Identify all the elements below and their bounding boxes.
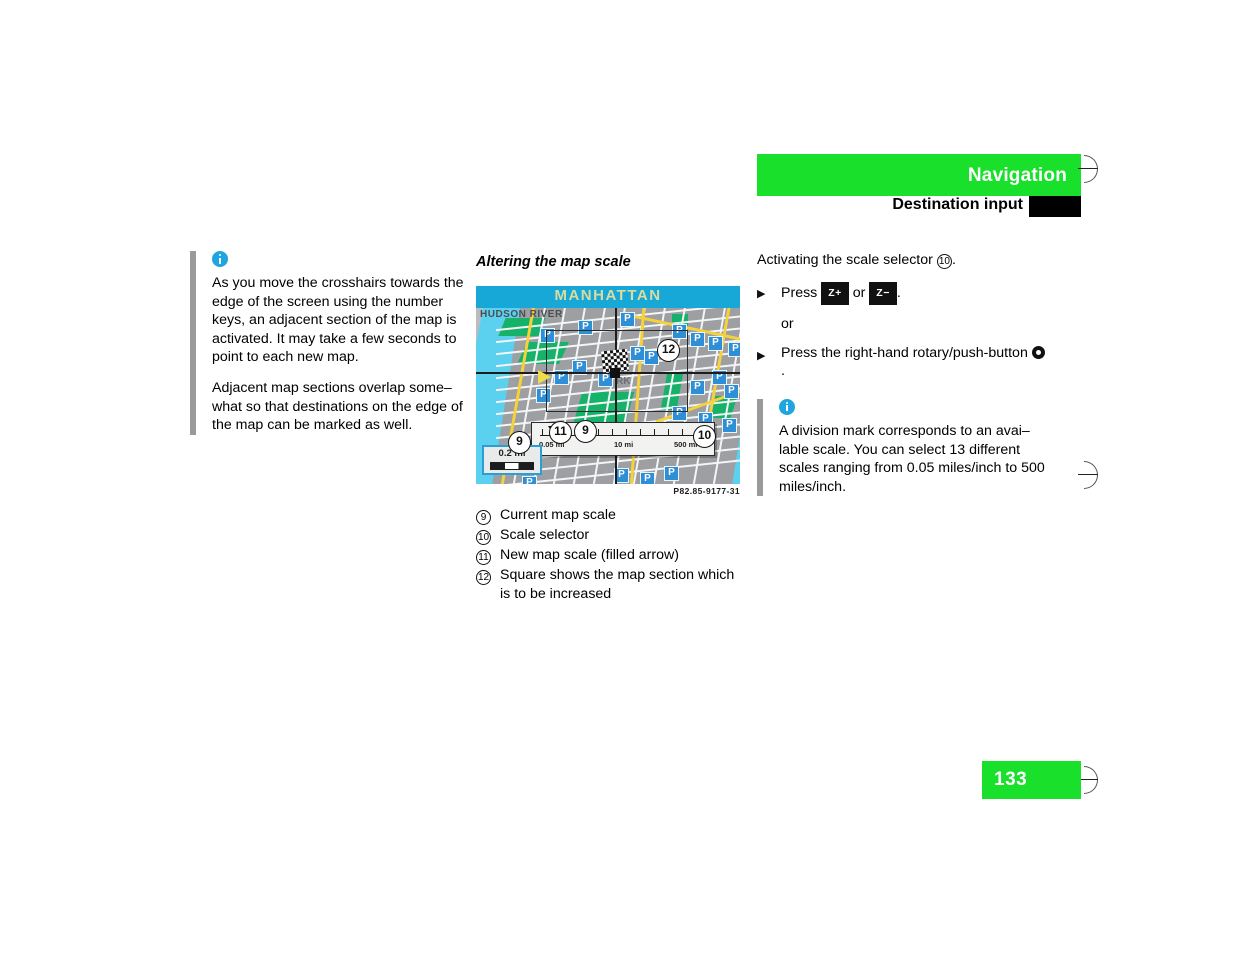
figure-legend-list: 9 Current map scale 10 Scale selector 11… (476, 506, 748, 604)
note-accent-rule (190, 251, 196, 435)
scale-tick (626, 429, 628, 435)
section-heading: Altering the map scale (476, 254, 631, 270)
river-label: HUDSON RIVER (480, 309, 563, 320)
callout-9-current-scale: 9 (508, 431, 531, 454)
activation-intro: Activating the scale selector 10. (757, 251, 1047, 270)
parking-icon: P (728, 342, 740, 357)
page-number-tab: 133 (982, 761, 1081, 799)
legend-item: 11 New map scale (filled arrow) (476, 546, 748, 566)
zoom-out-key[interactable]: Z− (869, 281, 897, 306)
rotary-pushbutton-text: Press the right-hand rotary/push-button (781, 344, 1028, 361)
vehicle-position-arrow (538, 370, 551, 384)
scale-tick (654, 429, 656, 435)
callout-12-section-square: 12 (657, 339, 680, 362)
right-column: Activating the scale selector 10. ▶ Pres… (757, 251, 1047, 508)
parking-icon: P (522, 476, 537, 484)
legend-number-wrap: 9 (476, 506, 496, 526)
legend-text: Square shows the map section which is to… (500, 567, 735, 602)
current-map-scale-bar (490, 462, 534, 470)
left-note-paragraph-1: As you move the crosshairs towards the e… (212, 275, 464, 366)
press-label: Press (781, 284, 818, 301)
step-press-zoom-keys: ▶ Press Z+ or Z−. (757, 281, 1047, 306)
parking-icon: P (664, 466, 679, 481)
alternative-separator: or (757, 315, 1047, 334)
legend-number: 10 (476, 530, 492, 545)
note-accent-rule (757, 398, 763, 497)
scale-tick (682, 429, 684, 435)
legend-text: Scale selector (500, 527, 590, 543)
step2-period: . (781, 363, 785, 380)
left-note-paragraph-2: Adjacent map sections overlap some–what … (212, 379, 463, 434)
parking-icon: P (620, 312, 635, 327)
chapter-marker-block (1029, 196, 1081, 217)
info-note-left: As you move the crosshairs towards the e… (190, 251, 470, 435)
zoom-in-key[interactable]: Z+ (821, 281, 849, 306)
scale-tick (668, 429, 670, 435)
activation-intro-text: Activating the scale selector (757, 252, 933, 268)
step-press-rotary-pushbutton: ▶ Press the right-hand rotary/push-butto… (757, 344, 1047, 381)
crosshair-vertical (615, 308, 617, 484)
legend-number: 12 (476, 570, 492, 585)
scale-tick-label-mid: 10 mi (614, 440, 634, 449)
or-inline-label: or (852, 284, 866, 301)
parking-icon: P (722, 418, 737, 433)
step-text: Press the right-hand rotary/push-button … (781, 344, 1047, 381)
callout-9-scale-pointer: 9 (574, 420, 597, 443)
legend-number-wrap: 10 (476, 526, 496, 546)
parking-icon: P (690, 332, 705, 347)
crop-mark-top-right (1078, 155, 1106, 183)
parking-icon: P (708, 336, 723, 351)
step-bullet-icon: ▶ (757, 287, 766, 300)
step-text: Press Z+ or Z−. (781, 281, 1047, 306)
info-icon (779, 398, 795, 415)
scale-tick (612, 429, 614, 435)
activation-intro-period: . (951, 252, 956, 268)
crop-mark-bottom-right (1078, 766, 1106, 794)
right-note-paragraph: A division mark corresponds to an avai–l… (779, 422, 1045, 495)
scale-tick (640, 429, 642, 435)
callout-10-scale-selector: 10 (693, 425, 716, 448)
legend-item: 12 Square shows the map section which is… (476, 566, 748, 604)
parking-icon: P (724, 384, 739, 399)
legend-text: New map scale (filled arrow) (500, 547, 679, 563)
callout-11-new-scale: 11 (549, 421, 572, 444)
legend-item: 9 Current map scale (476, 506, 748, 526)
legend-number: 11 (476, 550, 491, 565)
page-title: Navigation (967, 165, 1067, 186)
rotary-push-button-icon[interactable] (1031, 345, 1045, 359)
figure-reference-code: P82.85-9177-31 (673, 486, 740, 496)
legend-text: Current map scale (500, 507, 616, 523)
inline-callout-10: 10 (936, 254, 952, 269)
step1-period: . (896, 284, 901, 301)
page-subtitle: Destination input (892, 196, 1023, 213)
crosshair-center-marker (610, 368, 620, 378)
info-icon (212, 251, 228, 267)
page-header-bar: Navigation (757, 154, 1081, 196)
legend-item: 10 Scale selector (476, 526, 748, 546)
page-subheader: Destination input (757, 196, 1081, 218)
left-column: As you move the crosshairs towards the e… (190, 251, 470, 447)
legend-number-wrap: 12 (476, 566, 496, 586)
map-title-label: MANHATTAN (554, 287, 662, 304)
parking-icon: P (690, 380, 705, 395)
or-label: or (781, 316, 794, 333)
scale-tick (542, 429, 544, 435)
legend-number-wrap: 11 (476, 546, 496, 566)
page-number: 133 (994, 769, 1028, 790)
step-bullet-icon: ▶ (757, 349, 766, 362)
map-screenshot-figure: MANHATTAN HUDSON RIVER RK P P P P P P P … (476, 286, 740, 484)
crop-mark-middle-right (1078, 461, 1106, 489)
scale-tick (598, 429, 600, 435)
middle-column-heading-wrap: Altering the map scale (476, 253, 756, 282)
legend-number: 9 (476, 510, 491, 525)
map-canvas: HUDSON RIVER RK P P P P P P P P P P P P … (476, 308, 740, 484)
info-note-right: A division mark corresponds to an avai–l… (757, 398, 1047, 497)
parking-icon: P (640, 472, 655, 484)
